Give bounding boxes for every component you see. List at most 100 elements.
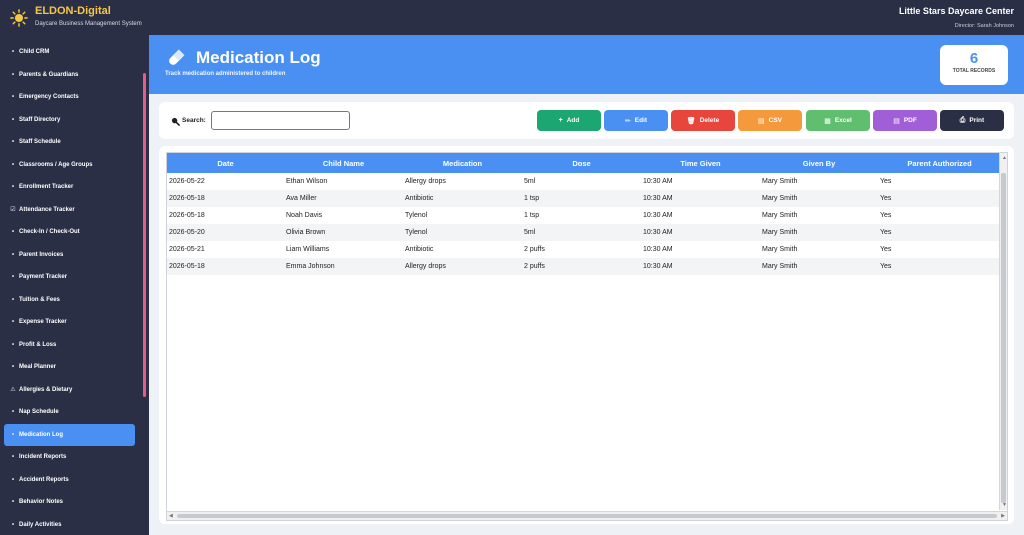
horizontal-scrollbar[interactable]: ◀ ▶ [167, 511, 1007, 520]
sidebar-item-classrooms-age-groups[interactable]: • Classrooms / Age Groups [4, 154, 135, 177]
table-cell: Mary Smith [760, 258, 878, 275]
table-cell: Yes [880, 178, 892, 185]
delete-button[interactable]: 🗑 Delete [671, 110, 735, 131]
print-button-label: Print [969, 117, 985, 124]
sidebar-item-staff-schedule[interactable]: • Staff Schedule [4, 131, 135, 154]
table-cell: 5ml [522, 224, 641, 241]
table-row[interactable]: 2026-05-20 Olivia Brown Tylenol 5ml 10:30 AM… [167, 224, 1001, 241]
table-row[interactable]: 2026-05-18 Noah Davis Tylenol 1 tsp 10:30 AM… [167, 207, 1001, 224]
edit-icon: ✏ [624, 117, 631, 125]
column-header[interactable]: Time Given [641, 153, 760, 173]
excel-icon: ▦ [824, 117, 831, 125]
sidebar-item-accident-reports[interactable]: • Accident Reports [4, 469, 135, 492]
print-button[interactable]: ⎙ Print [940, 110, 1004, 131]
sidebar-item-icon: • [11, 251, 15, 258]
scroll-down-icon[interactable]: ▼ [1002, 502, 1007, 508]
column-header[interactable]: Parent Authorized [878, 153, 1001, 173]
sidebar-item-nap-schedule[interactable]: • Nap Schedule [4, 401, 135, 424]
sidebar-item-expense-tracker[interactable]: • Expense Tracker [4, 311, 135, 334]
pdf-button[interactable]: ▤ PDF [873, 110, 937, 131]
add-button-label: Add [566, 117, 580, 124]
sidebar-item-meal-planner[interactable]: • Meal Planner [4, 356, 135, 379]
delete-button-label: Delete [699, 117, 720, 124]
sidebar-item-label: Tuition & Fees [19, 296, 60, 303]
column-header[interactable]: Given By [760, 153, 878, 173]
grid-panel: Date Child Name Medication Dose Time Given Gi… [159, 146, 1014, 524]
sidebar-scrollbar[interactable] [143, 73, 146, 397]
column-header[interactable]: Medication [403, 153, 522, 173]
column-header[interactable]: Date [167, 153, 284, 173]
table-cell: Ava Miller [284, 190, 403, 207]
add-button[interactable]: + Add [537, 110, 601, 131]
sidebar-item-parents-guardians[interactable]: • Parents & Guardians [4, 64, 135, 87]
table-cell: 5ml [524, 178, 536, 185]
sidebar-item-label: Allergies & Dietary [19, 386, 73, 393]
table-row[interactable]: 2026-05-18 Ava Miller Antibiotic 1 tsp 10:30… [167, 190, 1001, 207]
sidebar-item-tuition-fees[interactable]: • Tuition & Fees [4, 289, 135, 312]
table-cell: Yes [880, 212, 892, 219]
sidebar-item-label: Incident Reports [19, 454, 67, 461]
csv-button-label: CSV [768, 117, 782, 124]
table-cell: 2026-05-22 [169, 178, 205, 185]
sidebar-item-enrollment-tracker[interactable]: • Enrollment Tracker [4, 176, 135, 199]
csv-button[interactable]: ▤ CSV [738, 110, 802, 131]
table-cell: Noah Davis [286, 212, 323, 219]
table-row[interactable]: 2026-05-21 Liam Williams Antibiotic 2 puffs… [167, 241, 1001, 258]
scroll-left-icon[interactable]: ◀ [169, 513, 173, 519]
director-name: Director: Sarah Johnson [954, 23, 1014, 29]
sidebar: • Child CRM • Parents & Guardians • Emergency… [0, 35, 149, 535]
table-cell: Yes [878, 224, 1001, 241]
table-cell: Antibiotic [403, 190, 522, 207]
search-label: Search: [182, 117, 206, 124]
sidebar-item-daily-activities[interactable]: • Daily Activities [4, 514, 135, 535]
sidebar-item-profit-loss[interactable]: • Profit & Loss [4, 334, 135, 357]
excel-button[interactable]: ▦ Excel [806, 110, 870, 131]
table-header-row: Date Child Name Medication Dose Time Given Gi… [167, 153, 1001, 173]
column-header[interactable]: Child Name [284, 153, 403, 173]
sidebar-item-behavior-notes[interactable]: • Behavior Notes [4, 491, 135, 514]
sidebar-item-staff-directory[interactable]: • Staff Directory [4, 109, 135, 132]
search-input[interactable] [211, 111, 350, 130]
table-cell: 10:30 AM [641, 258, 760, 275]
table-cell: 2026-05-18 [167, 258, 284, 275]
sidebar-item-payment-tracker[interactable]: • Payment Tracker [4, 266, 135, 289]
table-row[interactable]: 2026-05-22 Ethan Wilson Allergy drops 5ml 10… [167, 173, 1001, 190]
sidebar-item-icon: • [11, 521, 15, 528]
sidebar-item-label: Staff Schedule [19, 139, 61, 146]
horizontal-scroll-thumb[interactable] [177, 514, 997, 518]
table-cell: 10:30 AM [643, 178, 673, 185]
vertical-scrollbar[interactable]: ▲ ▼ [999, 153, 1007, 510]
vertical-scroll-thumb[interactable] [1001, 173, 1006, 503]
scroll-up-icon[interactable]: ▲ [1002, 155, 1007, 161]
sidebar-item-allergies-dietary[interactable]: ⚠ Allergies & Dietary [4, 379, 135, 402]
column-header[interactable]: Dose [522, 153, 641, 173]
sidebar-item-attendance-tracker[interactable]: ☑ Attendance Tracker [4, 199, 135, 222]
sidebar-item-child-crm[interactable]: • Child CRM [4, 41, 135, 64]
table-row[interactable]: 2026-05-18 Emma Johnson Allergy drops 2 puf… [167, 258, 1001, 275]
sidebar-item-label: Payment Tracker [19, 274, 68, 281]
sidebar-item-medication-log[interactable]: • Medication Log [4, 423, 135, 446]
sidebar-item-check-in-check-out[interactable]: • Check-In / Check-Out [4, 221, 135, 244]
scroll-right-icon[interactable]: ▶ [1001, 513, 1005, 519]
sidebar-item-label: Classrooms / Age Groups [19, 161, 93, 168]
sidebar-item-emergency-contacts[interactable]: • Emergency Contacts [4, 86, 135, 109]
table-cell: 10:30 AM [643, 246, 673, 253]
sidebar-item-parent-invoices[interactable]: • Parent Invoices [4, 244, 135, 267]
table-cell: 2026-05-18 [169, 212, 205, 219]
table-cell: Mary Smith [762, 212, 798, 219]
table-cell: Tylenol [405, 212, 428, 219]
table-cell: Yes [878, 258, 1001, 275]
table-cell: Emma Johnson [284, 258, 403, 275]
sidebar-item-label: Child CRM [19, 49, 50, 56]
sidebar-item-icon: • [11, 139, 15, 146]
table-cell: 1 tsp [524, 212, 540, 219]
sidebar-item-label: Attendance Tracker [19, 206, 75, 213]
table-cell: Ethan Wilson [286, 178, 328, 185]
edit-button[interactable]: ✏ Edit [604, 110, 668, 131]
sidebar-item-icon: • [11, 184, 15, 191]
sidebar-item-incident-reports[interactable]: • Incident Reports [4, 446, 135, 469]
table-cell: Olivia Brown [284, 224, 403, 241]
table-cell: Yes [878, 190, 1001, 207]
delete-icon: 🗑 [686, 117, 696, 125]
table-cell: 10:30 AM [643, 212, 673, 219]
